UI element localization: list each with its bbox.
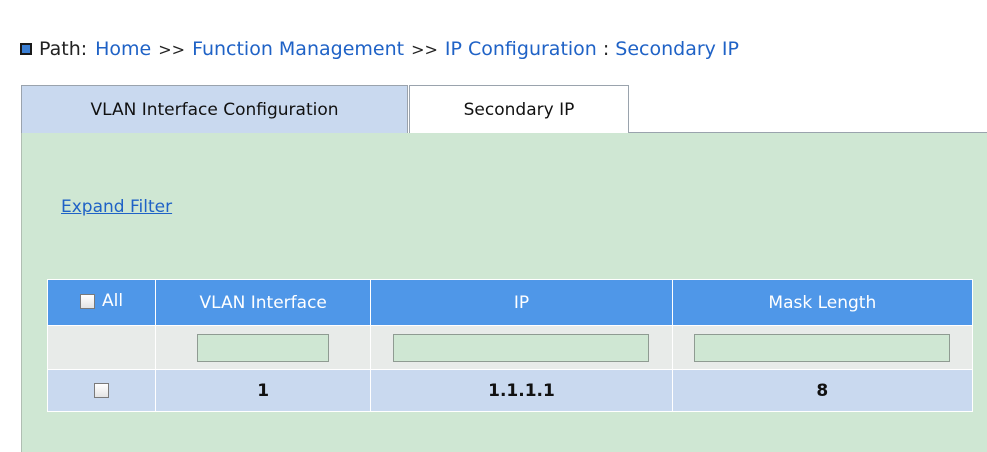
filter-cell-vlan-interface [155,325,372,370]
tab-vlan-interface-configuration[interactable]: VLAN Interface Configuration [21,85,408,133]
filter-cell-mask-length [671,325,974,370]
mask-length-filter-input[interactable] [694,333,951,362]
tab-bar: VLAN Interface Configuration Secondary I… [21,85,629,133]
row-select-cell [46,369,157,412]
filter-row [46,325,974,370]
breadcrumb-separator: >> [158,39,186,59]
column-header-vlan-interface: VLAN Interface [155,279,372,326]
column-header-mask-length: Mask Length [671,279,974,326]
expand-filter-link[interactable]: Expand Filter [61,197,172,217]
breadcrumb-secondary-ip[interactable]: Secondary IP [615,38,739,60]
table-header-row: All VLAN Interface IP Mask Length [46,279,974,326]
select-all-header: All [46,279,157,326]
breadcrumb-separator: >> [411,39,438,59]
breadcrumb-colon: : [602,38,610,60]
select-all-label: All [102,291,124,312]
breadcrumb: Path: Home >> Function Management >> IP … [20,33,739,65]
ip-filter-input[interactable] [393,333,650,362]
breadcrumb-ip-configuration[interactable]: IP Configuration [445,38,597,60]
breadcrumb-home[interactable]: Home [95,38,151,60]
secondary-ip-table: All VLAN Interface IP Mask Length 1 1.1.… [46,279,974,412]
filter-cell-ip [370,325,673,370]
vlan-interface-filter-input[interactable] [197,333,330,362]
filter-cell-empty [46,325,157,370]
table-row: 1 1.1.1.1 8 [46,369,974,412]
tab-secondary-ip[interactable]: Secondary IP [409,85,629,133]
square-bullet-icon [20,43,32,55]
breadcrumb-function-management[interactable]: Function Management [192,38,404,60]
content-panel: Expand Filter All VLAN Interface IP Mask… [21,133,987,452]
cell-ip: 1.1.1.1 [370,369,673,412]
column-header-ip: IP [370,279,673,326]
cell-mask-length: 8 [671,369,974,412]
cell-vlan-interface: 1 [155,369,372,412]
row-checkbox[interactable] [94,383,110,398]
path-label: Path: [39,38,88,60]
select-all-checkbox[interactable] [80,293,96,309]
